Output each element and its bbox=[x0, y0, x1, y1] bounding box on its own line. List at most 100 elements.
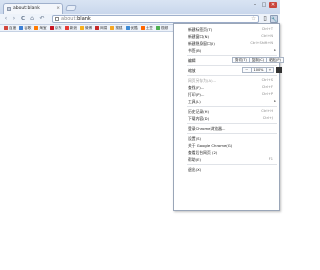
home-button[interactable]: ⌂ bbox=[29, 16, 35, 22]
undo-close-tab-button[interactable]: ↶ bbox=[39, 16, 45, 22]
menu-shortcut: Ctrl+T bbox=[261, 27, 273, 31]
bookmark-label: 微博 bbox=[84, 25, 93, 30]
chrome-menu: 新建标签页(T) Ctrl+T 新建窗口(N) Ctrl+N 新建隐身窗口(I)… bbox=[173, 23, 284, 211]
menu-separator bbox=[187, 164, 277, 165]
star-icon[interactable]: ☆ bbox=[251, 16, 256, 22]
menu-item-sign-in[interactable]: 登录Chrome浏览器... bbox=[174, 125, 279, 132]
forward-button[interactable]: › bbox=[11, 16, 17, 22]
menu-label: 登录Chrome浏览器... bbox=[188, 126, 226, 131]
cut-button[interactable]: 剪切(T) bbox=[232, 57, 250, 63]
menu-item-tools[interactable]: 工具(L) ▸ bbox=[174, 98, 279, 105]
menu-label: 工具(L) bbox=[188, 99, 201, 104]
bookmark-favicon-icon bbox=[19, 26, 24, 30]
reload-button[interactable]: C bbox=[20, 16, 26, 22]
menu-item-settings[interactable]: 设置(S) bbox=[174, 135, 279, 142]
bookmark-favicon-icon bbox=[79, 26, 84, 30]
bookmark-item[interactable]: 淘宝 bbox=[34, 25, 47, 31]
bookmark-label: 京东 bbox=[54, 25, 62, 30]
menu-label: 新建标签页(T) bbox=[188, 27, 213, 32]
tab-title: about:blank bbox=[13, 6, 40, 11]
bookmark-item[interactable]: 京东 bbox=[49, 25, 62, 31]
maximize-button[interactable]: □ bbox=[260, 2, 268, 8]
bookmark-favicon-icon bbox=[110, 26, 115, 30]
bookmark-item[interactable]: 优酷 bbox=[125, 26, 138, 31]
url-text[interactable]: about:blank bbox=[61, 17, 91, 22]
bookmark-label: 搜狐 bbox=[115, 25, 123, 30]
fullscreen-icon[interactable] bbox=[276, 67, 283, 73]
bookmark-label: 视频 bbox=[160, 25, 169, 30]
bookmark-item[interactable]: 新浪 bbox=[64, 26, 77, 31]
bookmark-favicon-icon bbox=[140, 26, 145, 30]
bookmark-item[interactable]: 视频 bbox=[155, 25, 169, 31]
menu-label: 历史记录(H) bbox=[188, 109, 210, 114]
paste-button[interactable]: 粘贴(P) bbox=[267, 57, 284, 63]
menu-separator bbox=[187, 55, 277, 56]
menu-item-downloads[interactable]: 下载内容(D) Ctrl+J bbox=[174, 115, 279, 122]
close-icon[interactable]: × bbox=[56, 6, 60, 11]
zoom-in-button[interactable]: + bbox=[266, 67, 275, 73]
menu-shortcut: Ctrl+F bbox=[261, 85, 273, 89]
bookmark-favicon-icon bbox=[64, 26, 69, 30]
zoom-out-button[interactable]: － bbox=[242, 67, 252, 73]
menu-item-bookmarks[interactable]: 书签(B) ▸ bbox=[174, 47, 279, 54]
menu-label: 下载内容(D) bbox=[188, 116, 210, 121]
bookmark-item[interactable]: 土豆 bbox=[140, 25, 153, 31]
bookmark-favicon-icon bbox=[95, 26, 100, 30]
menu-label: 查看后台网页 (2) bbox=[188, 150, 218, 155]
new-tab-button[interactable] bbox=[65, 5, 77, 11]
page-icon bbox=[7, 7, 11, 11]
menu-item-new-incognito[interactable]: 新建隐身窗口(I) Ctrl+Shift+N bbox=[174, 40, 279, 47]
menu-item-print[interactable]: 打印(P)... Ctrl+P bbox=[174, 91, 279, 98]
wrench-menu-button[interactable]: 🔧 bbox=[270, 15, 278, 23]
menu-item-edit: 编辑 剪切(T) 复制(C) 粘贴(P) bbox=[174, 57, 284, 64]
bookmark-item[interactable]: 百度 bbox=[4, 26, 16, 31]
menu-item-help[interactable]: 帮助(E) F1 bbox=[174, 156, 279, 163]
menu-separator bbox=[187, 106, 277, 107]
bookmark-item[interactable]: 微博 bbox=[79, 25, 93, 31]
menu-item-history[interactable]: 历史记录(H) Ctrl+H bbox=[174, 108, 279, 115]
url-host: blank bbox=[77, 16, 91, 22]
menu-shortcut: Ctrl+Shift+N bbox=[250, 41, 273, 45]
edit-buttons: 剪切(T) 复制(C) 粘贴(P) bbox=[232, 57, 284, 63]
menu-separator bbox=[187, 65, 277, 66]
chevron-right-icon: ▸ bbox=[274, 48, 276, 52]
menu-item-exit[interactable]: 退出(X) bbox=[174, 166, 279, 173]
menu-item-about[interactable]: 关于 Google Chrome(G) bbox=[174, 142, 279, 149]
bookmark-label: 网易 bbox=[100, 25, 108, 30]
title-bar: about:blank × – □ ✕ bbox=[0, 0, 280, 15]
bookmark-item[interactable]: 网易 bbox=[95, 26, 107, 31]
menu-label: 新建窗口(N) bbox=[188, 34, 209, 39]
menu-label: 打印(P)... bbox=[188, 92, 205, 97]
back-button[interactable]: ‹ bbox=[3, 16, 9, 22]
menu-label: 新建隐身窗口(I) bbox=[188, 41, 215, 46]
bookmark-item[interactable]: 搜狐 bbox=[110, 25, 123, 31]
menu-item-new-window[interactable]: 新建窗口(N) Ctrl+N bbox=[174, 33, 279, 40]
menu-label: 设置(S) bbox=[188, 136, 201, 141]
menu-shortcut: Ctrl+N bbox=[261, 34, 273, 38]
menu-item-find[interactable]: 查找(F)... Ctrl+F bbox=[174, 84, 279, 91]
bookmark-label: 土豆 bbox=[145, 25, 153, 30]
menu-shortcut: Ctrl+H bbox=[261, 109, 273, 113]
address-bar[interactable]: about:blank ☆ bbox=[52, 15, 259, 23]
menu-shortcut: Ctrl+S bbox=[261, 78, 273, 82]
bookmark-favicon-icon bbox=[125, 26, 130, 30]
menu-separator bbox=[187, 123, 277, 124]
bookmark-label: 淘宝 bbox=[39, 25, 47, 30]
zoom-controls: － 100% + bbox=[242, 67, 283, 73]
menu-label: 网页另存为(A)... bbox=[188, 78, 217, 83]
menu-label: 缩放 bbox=[188, 68, 196, 73]
close-window-button[interactable]: ✕ bbox=[269, 2, 277, 8]
tab-about-blank[interactable]: about:blank × bbox=[3, 3, 63, 14]
copy-button[interactable]: 复制(C) bbox=[249, 57, 268, 63]
minimize-button[interactable]: – bbox=[251, 2, 259, 8]
menu-label: 查找(F)... bbox=[188, 85, 205, 90]
menu-item-background-pages[interactable]: 查看后台网页 (2) bbox=[174, 149, 279, 156]
menu-label: 书签(B) bbox=[188, 48, 202, 53]
window-controls: – □ ✕ bbox=[251, 2, 277, 8]
menu-item-save-as[interactable]: 网页另存为(A)... Ctrl+S bbox=[174, 77, 279, 84]
bookmark-favicon-icon bbox=[4, 26, 8, 30]
menu-item-new-tab[interactable]: 新建标签页(T) Ctrl+T bbox=[174, 26, 279, 33]
bookmark-item[interactable]: 谷歌 bbox=[19, 26, 31, 31]
page-menu-button[interactable]: ▯ bbox=[261, 15, 269, 23]
menu-label: 帮助(E) bbox=[188, 157, 201, 162]
